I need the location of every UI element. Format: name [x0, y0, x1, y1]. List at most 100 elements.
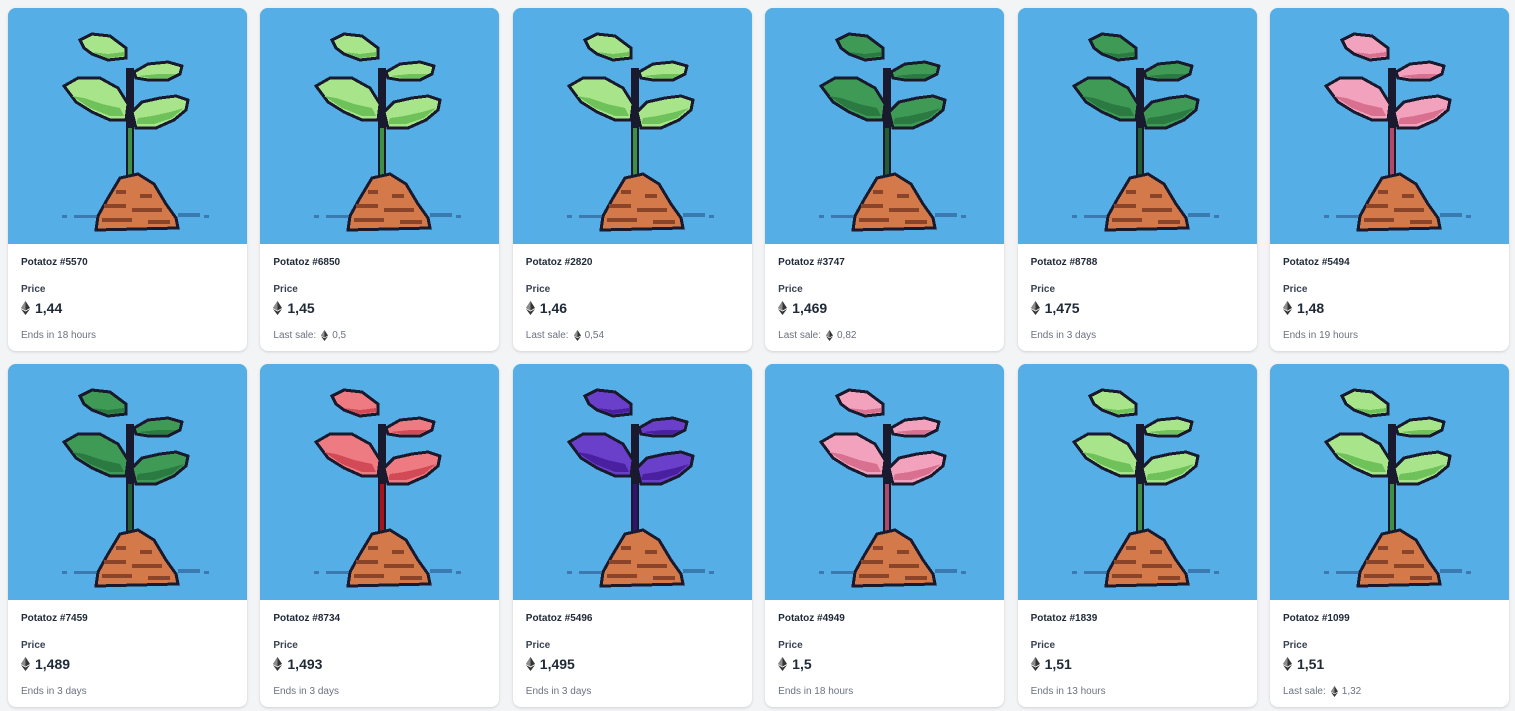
card-info: Potatoz #4949 Price 1,5 Ends in 18 hours	[765, 600, 1004, 698]
nft-name[interactable]: Potatoz #7459	[21, 612, 234, 626]
nft-image[interactable]	[1269, 364, 1509, 600]
nft-name[interactable]: Potatoz #3747	[778, 256, 991, 270]
nft-image[interactable]	[1269, 8, 1509, 244]
card-info: Potatoz #8734 Price 1,493 Ends in 3 days	[260, 600, 499, 698]
price-label: Price	[1030, 640, 1056, 651]
last-sale-value: 0,82	[836, 329, 857, 341]
price-value: 1,48	[1296, 300, 1325, 316]
nft-image[interactable]	[260, 364, 500, 600]
auction-ends-text: Ends in 3 days	[1030, 329, 1097, 341]
ethereum-icon	[1282, 657, 1292, 671]
nft-card[interactable]: Potatoz #3747 Price 1,469 Last sale: 0,8…	[765, 8, 1005, 351]
last-sale-value: 1,32	[1341, 685, 1362, 697]
auction-ends-text: Ends in 19 hours	[1282, 329, 1359, 341]
nft-name[interactable]: Potatoz #1839	[1031, 612, 1244, 626]
price-row: 1,5	[778, 655, 991, 673]
price-label: Price	[778, 284, 803, 295]
price-row: 1,45	[273, 299, 486, 317]
nft-card[interactable]: Potatoz #6850 Price 1,45 Last sale: 0,5	[260, 8, 500, 351]
price-row: 1,493	[273, 655, 486, 673]
nft-card[interactable]: Potatoz #8788 Price 1,475 Ends in 3 days	[1017, 8, 1257, 351]
nft-card[interactable]: Potatoz #1839 Price 1,51 Ends in 13 hour…	[1017, 364, 1257, 707]
price-value: 1,5	[792, 656, 812, 672]
price-label: Price	[1282, 284, 1308, 295]
card-info: Potatoz #1099 Price 1,51 Last sale: 1,32	[1270, 600, 1509, 698]
card-footer: Ends in 3 days	[526, 684, 739, 698]
auction-ends-text: Ends in 3 days	[21, 685, 87, 697]
nft-image[interactable]	[512, 8, 752, 244]
price-value: 1,489	[35, 656, 71, 672]
auction-ends-text: Ends in 3 days	[273, 685, 339, 697]
nft-card[interactable]: Potatoz #5494 Price 1,48 Ends in 19 hour…	[1269, 8, 1509, 351]
card-info: Potatoz #3747 Price 1,469 Last sale: 0,8…	[765, 244, 1004, 342]
last-sale-value: 0,5	[332, 329, 347, 341]
price-row: 1,469	[778, 299, 991, 317]
ethereum-icon	[778, 301, 788, 315]
card-info: Potatoz #8788 Price 1,475 Ends in 3 days	[1018, 244, 1257, 342]
card-info: Potatoz #6850 Price 1,45 Last sale: 0,5	[260, 244, 499, 342]
price-value: 1,51	[1296, 656, 1325, 672]
ethereum-icon	[778, 657, 788, 671]
price-row: 1,51	[1030, 655, 1244, 673]
card-footer: Last sale: 1,32	[1283, 684, 1496, 698]
nft-card[interactable]: Potatoz #8734 Price 1,493 Ends in 3 days	[260, 364, 500, 707]
price-row: 1,46	[525, 299, 739, 317]
nft-card[interactable]: Potatoz #5570 Price 1,44 Ends in 18 hour…	[8, 8, 247, 351]
nft-image[interactable]	[260, 8, 500, 244]
ethereum-icon	[21, 657, 30, 671]
nft-image[interactable]	[8, 364, 247, 600]
card-footer: Ends in 3 days	[1031, 328, 1244, 342]
price-label: Price	[21, 640, 46, 651]
nft-name[interactable]: Potatoz #8734	[273, 612, 486, 626]
price-value: 1,45	[287, 300, 315, 316]
nft-card[interactable]: Potatoz #2820 Price 1,46 Last sale: 0,54	[512, 8, 752, 351]
card-footer: Ends in 18 hours	[21, 328, 234, 342]
auction-ends-text: Ends in 18 hours	[21, 329, 97, 341]
price-label: Price	[273, 640, 298, 651]
nft-image[interactable]	[765, 8, 1005, 244]
auction-ends-text: Ends in 13 hours	[1030, 685, 1106, 697]
ethereum-icon	[525, 657, 535, 671]
nft-image[interactable]	[1017, 8, 1257, 244]
nft-image[interactable]	[512, 364, 752, 600]
auction-ends-text: Ends in 3 days	[525, 685, 592, 697]
price-value: 1,44	[35, 300, 63, 316]
nft-name[interactable]: Potatoz #5496	[526, 612, 739, 626]
nft-image[interactable]	[8, 8, 247, 244]
nft-image[interactable]	[1017, 364, 1257, 600]
ethereum-icon	[273, 301, 283, 315]
card-footer: Ends in 13 hours	[1031, 684, 1244, 698]
card-info: Potatoz #5494 Price 1,48 Ends in 19 hour…	[1270, 244, 1509, 342]
nft-name[interactable]: Potatoz #5494	[1283, 256, 1496, 270]
nft-image[interactable]	[765, 364, 1005, 600]
nft-card[interactable]: Potatoz #4949 Price 1,5 Ends in 18 hours	[765, 364, 1005, 707]
nft-card[interactable]: Potatoz #1099 Price 1,51 Last sale: 1,32	[1269, 364, 1509, 707]
price-label: Price	[525, 640, 551, 651]
card-footer: Ends in 19 hours	[1283, 328, 1496, 342]
price-row: 1,475	[1030, 299, 1244, 317]
ethereum-icon	[525, 301, 535, 315]
price-value: 1,46	[539, 300, 568, 316]
card-footer: Last sale: 0,5	[273, 328, 486, 342]
nft-card[interactable]: Potatoz #7459 Price 1,489 Ends in 3 days	[8, 364, 247, 707]
nft-name[interactable]: Potatoz #6850	[273, 256, 486, 270]
nft-name[interactable]: Potatoz #8788	[1031, 256, 1244, 270]
last-sale-value: 0,54	[584, 329, 605, 341]
nft-name[interactable]: Potatoz #2820	[526, 256, 739, 270]
price-value: 1,475	[1044, 300, 1080, 316]
price-label: Price	[1282, 640, 1308, 651]
auction-ends-text: Ends in 18 hours	[778, 685, 854, 697]
nft-name[interactable]: Potatoz #1099	[1283, 612, 1496, 626]
ethereum-icon	[573, 329, 581, 341]
card-info: Potatoz #7459 Price 1,489 Ends in 3 days	[8, 600, 247, 698]
card-footer: Last sale: 0,54	[526, 328, 739, 342]
ethereum-icon	[1330, 685, 1338, 697]
price-row: 1,44	[21, 299, 234, 317]
card-info: Potatoz #1839 Price 1,51 Ends in 13 hour…	[1018, 600, 1257, 698]
price-value: 1,495	[539, 656, 575, 672]
nft-card[interactable]: Potatoz #5496 Price 1,495 Ends in 3 days	[512, 364, 752, 707]
ethereum-icon	[321, 329, 329, 341]
nft-name[interactable]: Potatoz #5570	[21, 256, 234, 270]
nft-name[interactable]: Potatoz #4949	[778, 612, 991, 626]
last-sale-label: Last sale:	[778, 329, 821, 341]
